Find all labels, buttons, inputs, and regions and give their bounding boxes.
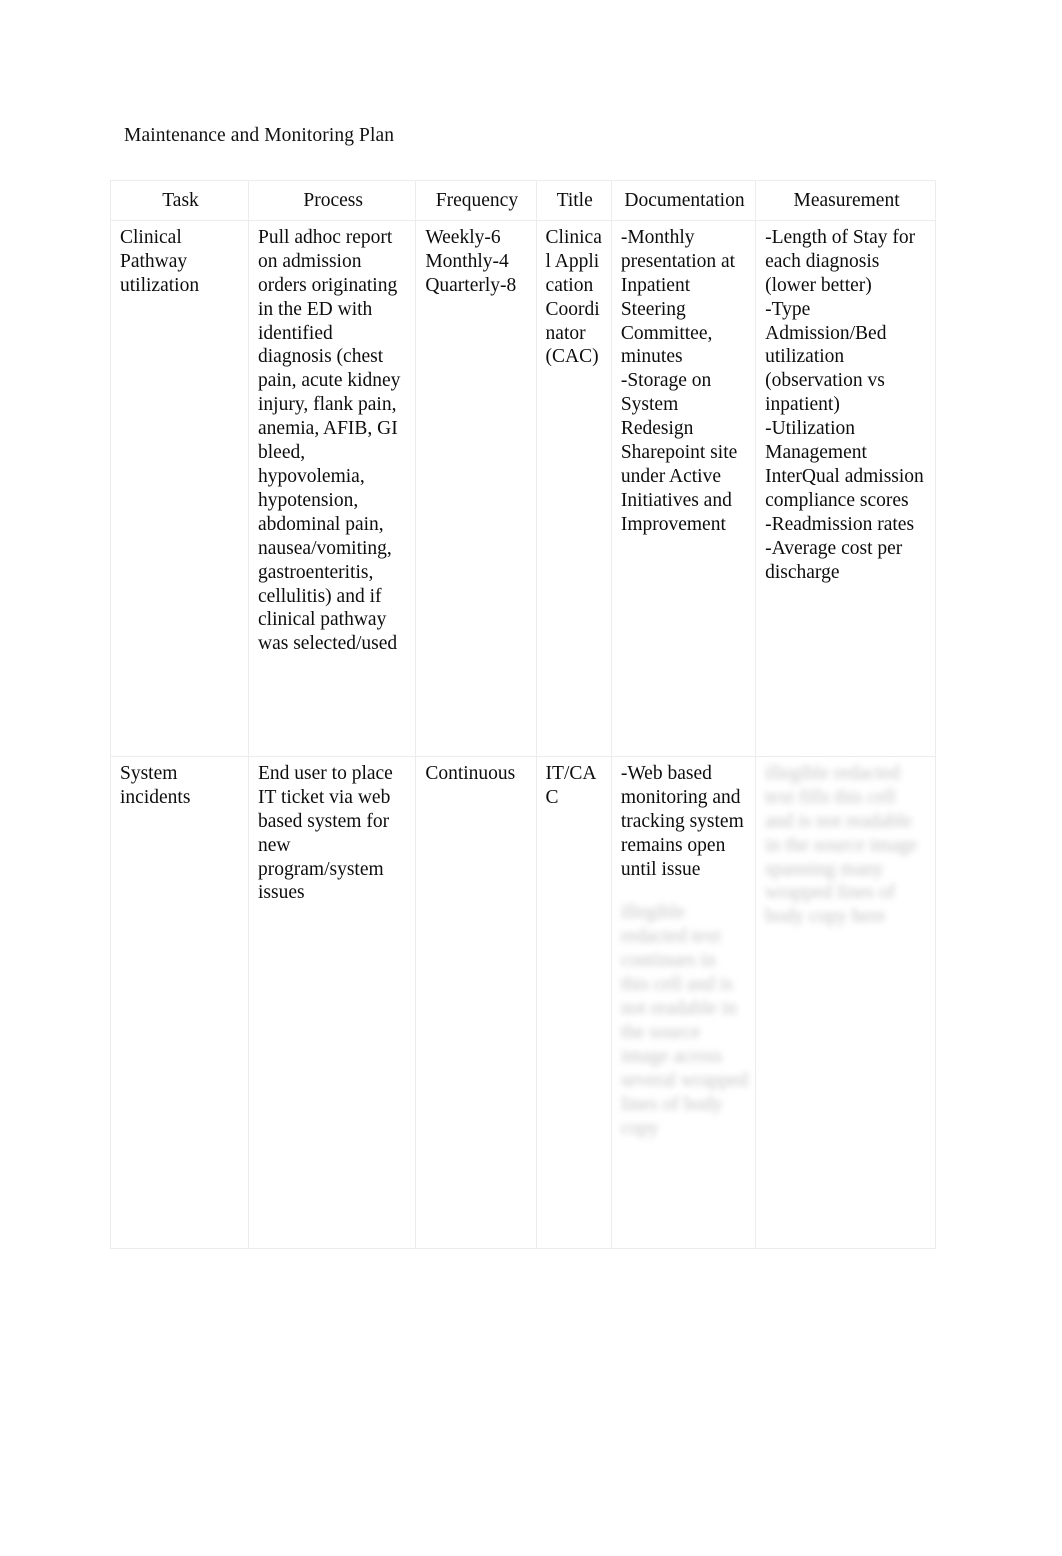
cell-documentation: -Monthly presentation at Inpatient Steer… [610, 219, 757, 757]
cell-frequency: Weekly-6 Monthly-4 Quarterly-8 [415, 219, 537, 757]
cell-title-text: IT/CAC [545, 762, 597, 808]
page-title: Maintenance and Monitoring Plan [124, 125, 395, 146]
redacted-measurement-text: illegible redacted text fills this cell … [765, 762, 923, 928]
cell-title-text: Clinical Application Coordinator (CAC) [545, 226, 602, 368]
column-header-documentation-label: Documentation [624, 190, 745, 211]
column-header-measurement: Measurement [755, 180, 936, 221]
column-header-title: Title [535, 180, 612, 221]
cell-process-text: End user to place IT ticket via web base… [258, 762, 398, 904]
cell-frequency-text: Continuous [425, 762, 516, 784]
column-header-process: Process [248, 180, 417, 221]
column-header-frequency-label: Frequency [435, 190, 519, 211]
cell-documentation-text: -Web based monitoring and tracking syste… [620, 762, 749, 880]
cell-documentation-text: -Monthly presentation at Inpatient Steer… [620, 226, 738, 535]
maintenance-monitoring-table-wrapper: Task Process Frequency Title Documentati… [109, 180, 936, 1249]
cell-task: System incidents [109, 755, 250, 1249]
cell-title: IT/CAC [535, 755, 612, 1249]
column-header-measurement-label: Measurement [793, 190, 900, 211]
column-header-title-label: Title [556, 190, 593, 211]
table-row: System incidents End user to place IT ti… [109, 755, 936, 1249]
table-row: Clinical Pathway utilization Pull adhoc … [109, 219, 936, 757]
cell-frequency: Continuous [415, 755, 537, 1249]
cell-task-text: Clinical Pathway utilization [120, 226, 200, 296]
cell-task-text: System incidents [120, 762, 191, 808]
column-header-task: Task [109, 180, 250, 221]
column-header-documentation: Documentation [610, 180, 757, 221]
cell-documentation: -Web based monitoring and tracking syste… [610, 755, 757, 1249]
cell-frequency-text: Weekly-6 Monthly-4 Quarterly-8 [425, 226, 517, 296]
cell-measurement-text: -Length of Stay for each diagnosis (lowe… [765, 226, 924, 583]
redacted-documentation-text: illegible redacted text continues in thi… [620, 902, 753, 1139]
column-header-frequency: Frequency [415, 180, 537, 221]
cell-title: Clinical Application Coordinator (CAC) [535, 219, 612, 757]
cell-task: Clinical Pathway utilization [109, 219, 250, 757]
table-header-row: Task Process Frequency Title Documentati… [109, 180, 936, 221]
column-header-task-label: Task [162, 190, 199, 211]
cell-process-text: Pull adhoc report on admission orders or… [258, 226, 406, 655]
document-page: Maintenance and Monitoring Plan Task Pro… [0, 0, 1062, 1556]
column-header-process-label: Process [303, 190, 363, 211]
cell-measurement: -Length of Stay for each diagnosis (lowe… [755, 219, 936, 757]
cell-measurement: illegible redacted text fills this cell … [755, 755, 936, 1249]
cell-process: End user to place IT ticket via web base… [248, 755, 417, 1249]
cell-process: Pull adhoc report on admission orders or… [248, 219, 417, 757]
maintenance-monitoring-table: Task Process Frequency Title Documentati… [109, 180, 936, 1249]
